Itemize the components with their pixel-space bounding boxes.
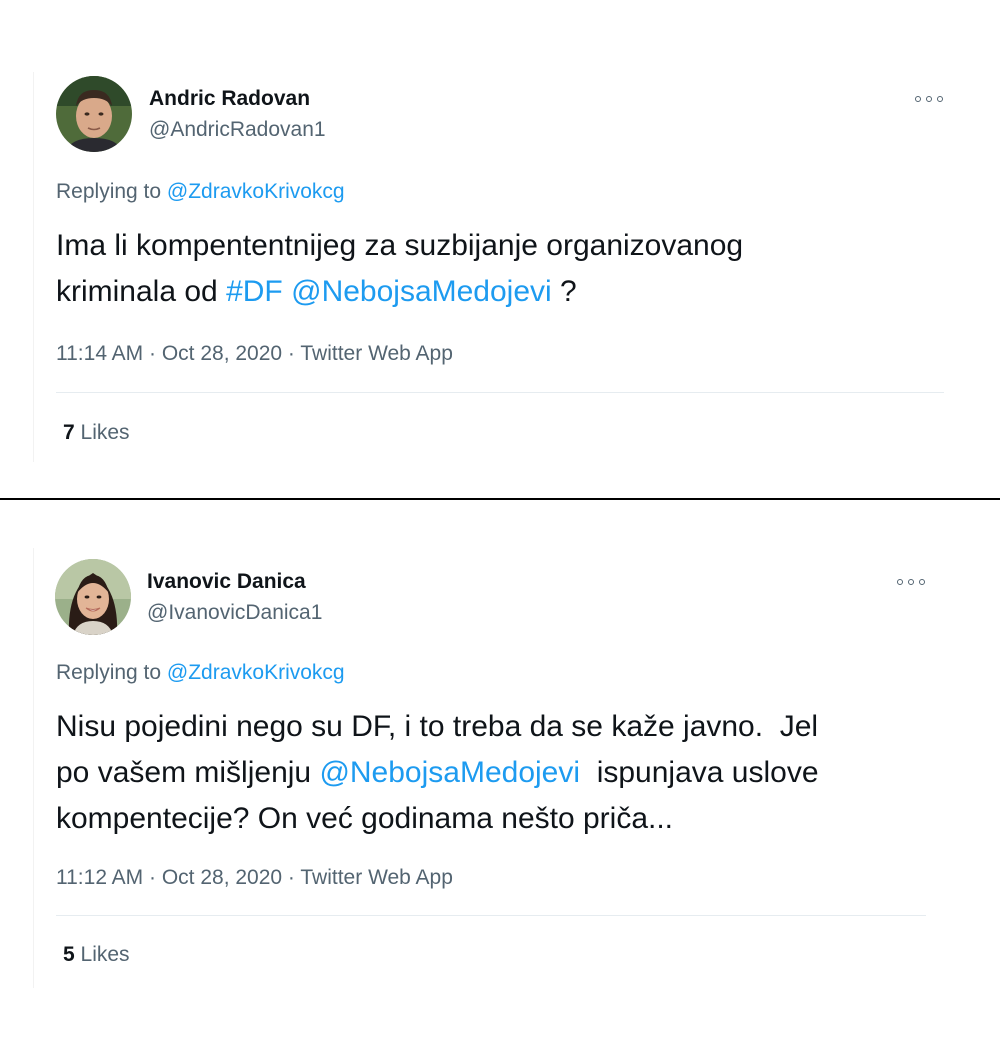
- replying-to: Replying to @ZdravkoKrivokcg: [56, 661, 345, 685]
- meta-separator: ·: [282, 342, 301, 365]
- tweet-text-segment: ispunjava uslove: [580, 756, 819, 789]
- meta-separator: ·: [282, 866, 301, 889]
- meta-separator: ·: [143, 342, 162, 365]
- tweet-card-1: Andric Radovan @AndricRadovan1 Replying …: [0, 0, 1000, 498]
- hashtag-link[interactable]: #DF: [226, 275, 283, 308]
- tweet-rule: [56, 392, 944, 393]
- card-left-edge: [33, 548, 34, 988]
- tweet-text-line: kriminala od #DF @NebojsaMedojevi ?: [56, 269, 956, 315]
- more-options-icon[interactable]: [915, 92, 943, 106]
- author-handle[interactable]: @AndricRadovan1: [149, 118, 326, 142]
- likes-count: 5: [63, 943, 75, 966]
- meta-separator: ·: [143, 866, 162, 889]
- replying-to: Replying to @ZdravkoKrivokcg: [56, 180, 345, 204]
- avatar[interactable]: [55, 559, 131, 635]
- tweet-text-segment: kriminala od: [56, 275, 227, 308]
- replying-prefix: Replying to: [56, 180, 162, 203]
- author-handle[interactable]: @IvanovicDanica1: [147, 601, 322, 625]
- likes-label: Likes: [80, 421, 130, 444]
- tweet-text-line: Nisu pojedini nego su DF, i to treba da …: [56, 710, 819, 743]
- tweet-rule: [56, 915, 926, 916]
- mention-link[interactable]: @NebojsaMedojevi: [291, 275, 552, 308]
- likes-link[interactable]: 7 Likes: [63, 421, 130, 445]
- likes-label: Likes: [80, 943, 130, 966]
- replying-handle-link[interactable]: @ZdravkoKrivokcg: [167, 180, 345, 203]
- replying-prefix: Replying to: [56, 661, 162, 684]
- more-options-icon[interactable]: [897, 575, 925, 589]
- author-name[interactable]: Ivanovic Danica: [147, 570, 306, 594]
- avatar-woman-icon: [55, 559, 131, 635]
- timestamp-link[interactable]: 11:14 AM: [56, 342, 143, 365]
- tweet-text-line: kompentecije? On već godinama nešto prič…: [56, 802, 674, 835]
- avatar-man-icon: [56, 76, 132, 152]
- tweet-meta: 11:14 AM · Oct 28, 2020 · Twitter Web Ap…: [56, 342, 453, 366]
- likes-link[interactable]: 5 Likes: [63, 943, 130, 967]
- avatar[interactable]: [56, 76, 132, 152]
- date-link[interactable]: Oct 28, 2020: [162, 342, 282, 365]
- tweet-text-segment: ?: [551, 275, 577, 308]
- tweet-text: Nisu pojedini nego su DF, i to treba da …: [56, 704, 956, 842]
- source-link[interactable]: Twitter Web App: [300, 342, 453, 365]
- replying-handle-link[interactable]: @ZdravkoKrivokcg: [167, 661, 345, 684]
- date-link[interactable]: Oct 28, 2020: [162, 866, 282, 889]
- tweet-meta: 11:12 AM · Oct 28, 2020 · Twitter Web Ap…: [56, 866, 453, 890]
- tweet-text-segment: po vašem mišljenju: [56, 756, 320, 789]
- mention-link[interactable]: @NebojsaMedojevi: [319, 756, 580, 789]
- tweet-text-line: po vašem mišljenju @NebojsaMedojevi ispu…: [56, 750, 956, 796]
- likes-count: 7: [63, 421, 75, 444]
- author-name[interactable]: Andric Radovan: [149, 87, 310, 111]
- tweet-card-2: Ivanovic Danica @IvanovicDanica1 Replyin…: [0, 500, 1000, 1043]
- card-left-edge: [33, 72, 34, 462]
- source-link[interactable]: Twitter Web App: [300, 866, 453, 889]
- tweet-text-line: Ima li kompententnijeg za suzbijanje org…: [56, 229, 744, 262]
- timestamp-link[interactable]: 11:12 AM: [56, 866, 143, 889]
- tweet-text: Ima li kompententnijeg za suzbijanje org…: [56, 223, 956, 315]
